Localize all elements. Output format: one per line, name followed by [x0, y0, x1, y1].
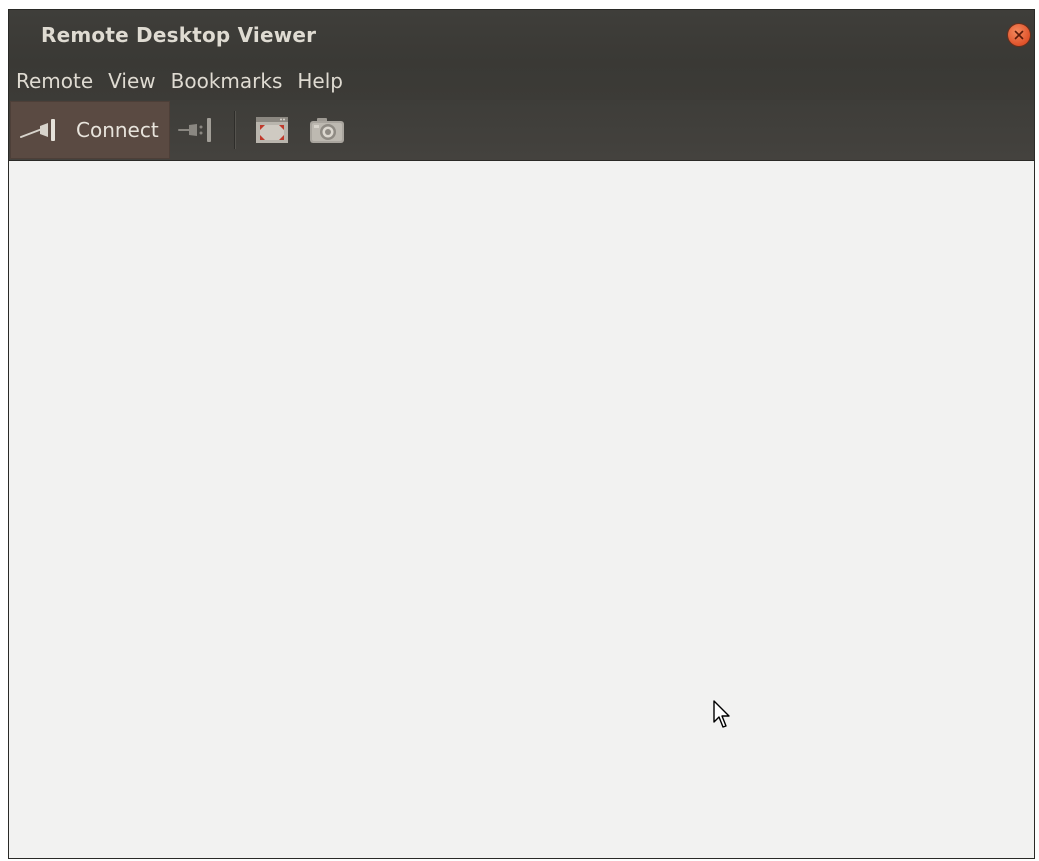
remote-display-area[interactable] [9, 161, 1034, 858]
menu-help[interactable]: Help [290, 62, 351, 100]
menu-view[interactable]: View [101, 62, 163, 100]
mouse-cursor-icon [713, 700, 730, 728]
connect-button[interactable]: Connect [10, 101, 170, 159]
menu-bookmarks[interactable]: Bookmarks [164, 62, 291, 100]
remote-desktop-viewer-window: Remote Desktop Viewer Remote View Bookma… [8, 9, 1035, 859]
window-title: Remote Desktop Viewer [41, 23, 317, 47]
title-bar[interactable]: Remote Desktop Viewer [9, 10, 1034, 62]
menu-remote[interactable]: Remote [9, 62, 101, 100]
close-button[interactable] [1008, 24, 1030, 46]
connect-label: Connect [76, 118, 159, 142]
fullscreen-button[interactable] [247, 101, 297, 159]
fullscreen-icon [256, 117, 288, 143]
toolbar-separator [234, 111, 235, 149]
toolbar: Connect [9, 100, 1034, 161]
menu-bar: Remote View Bookmarks Help [9, 62, 1034, 100]
disconnect-button[interactable] [170, 101, 226, 159]
plug-connect-icon [20, 119, 55, 141]
close-icon [1014, 30, 1024, 40]
screenshot-button[interactable] [297, 101, 357, 159]
camera-icon [310, 118, 344, 143]
plug-disconnect-icon [178, 118, 211, 142]
